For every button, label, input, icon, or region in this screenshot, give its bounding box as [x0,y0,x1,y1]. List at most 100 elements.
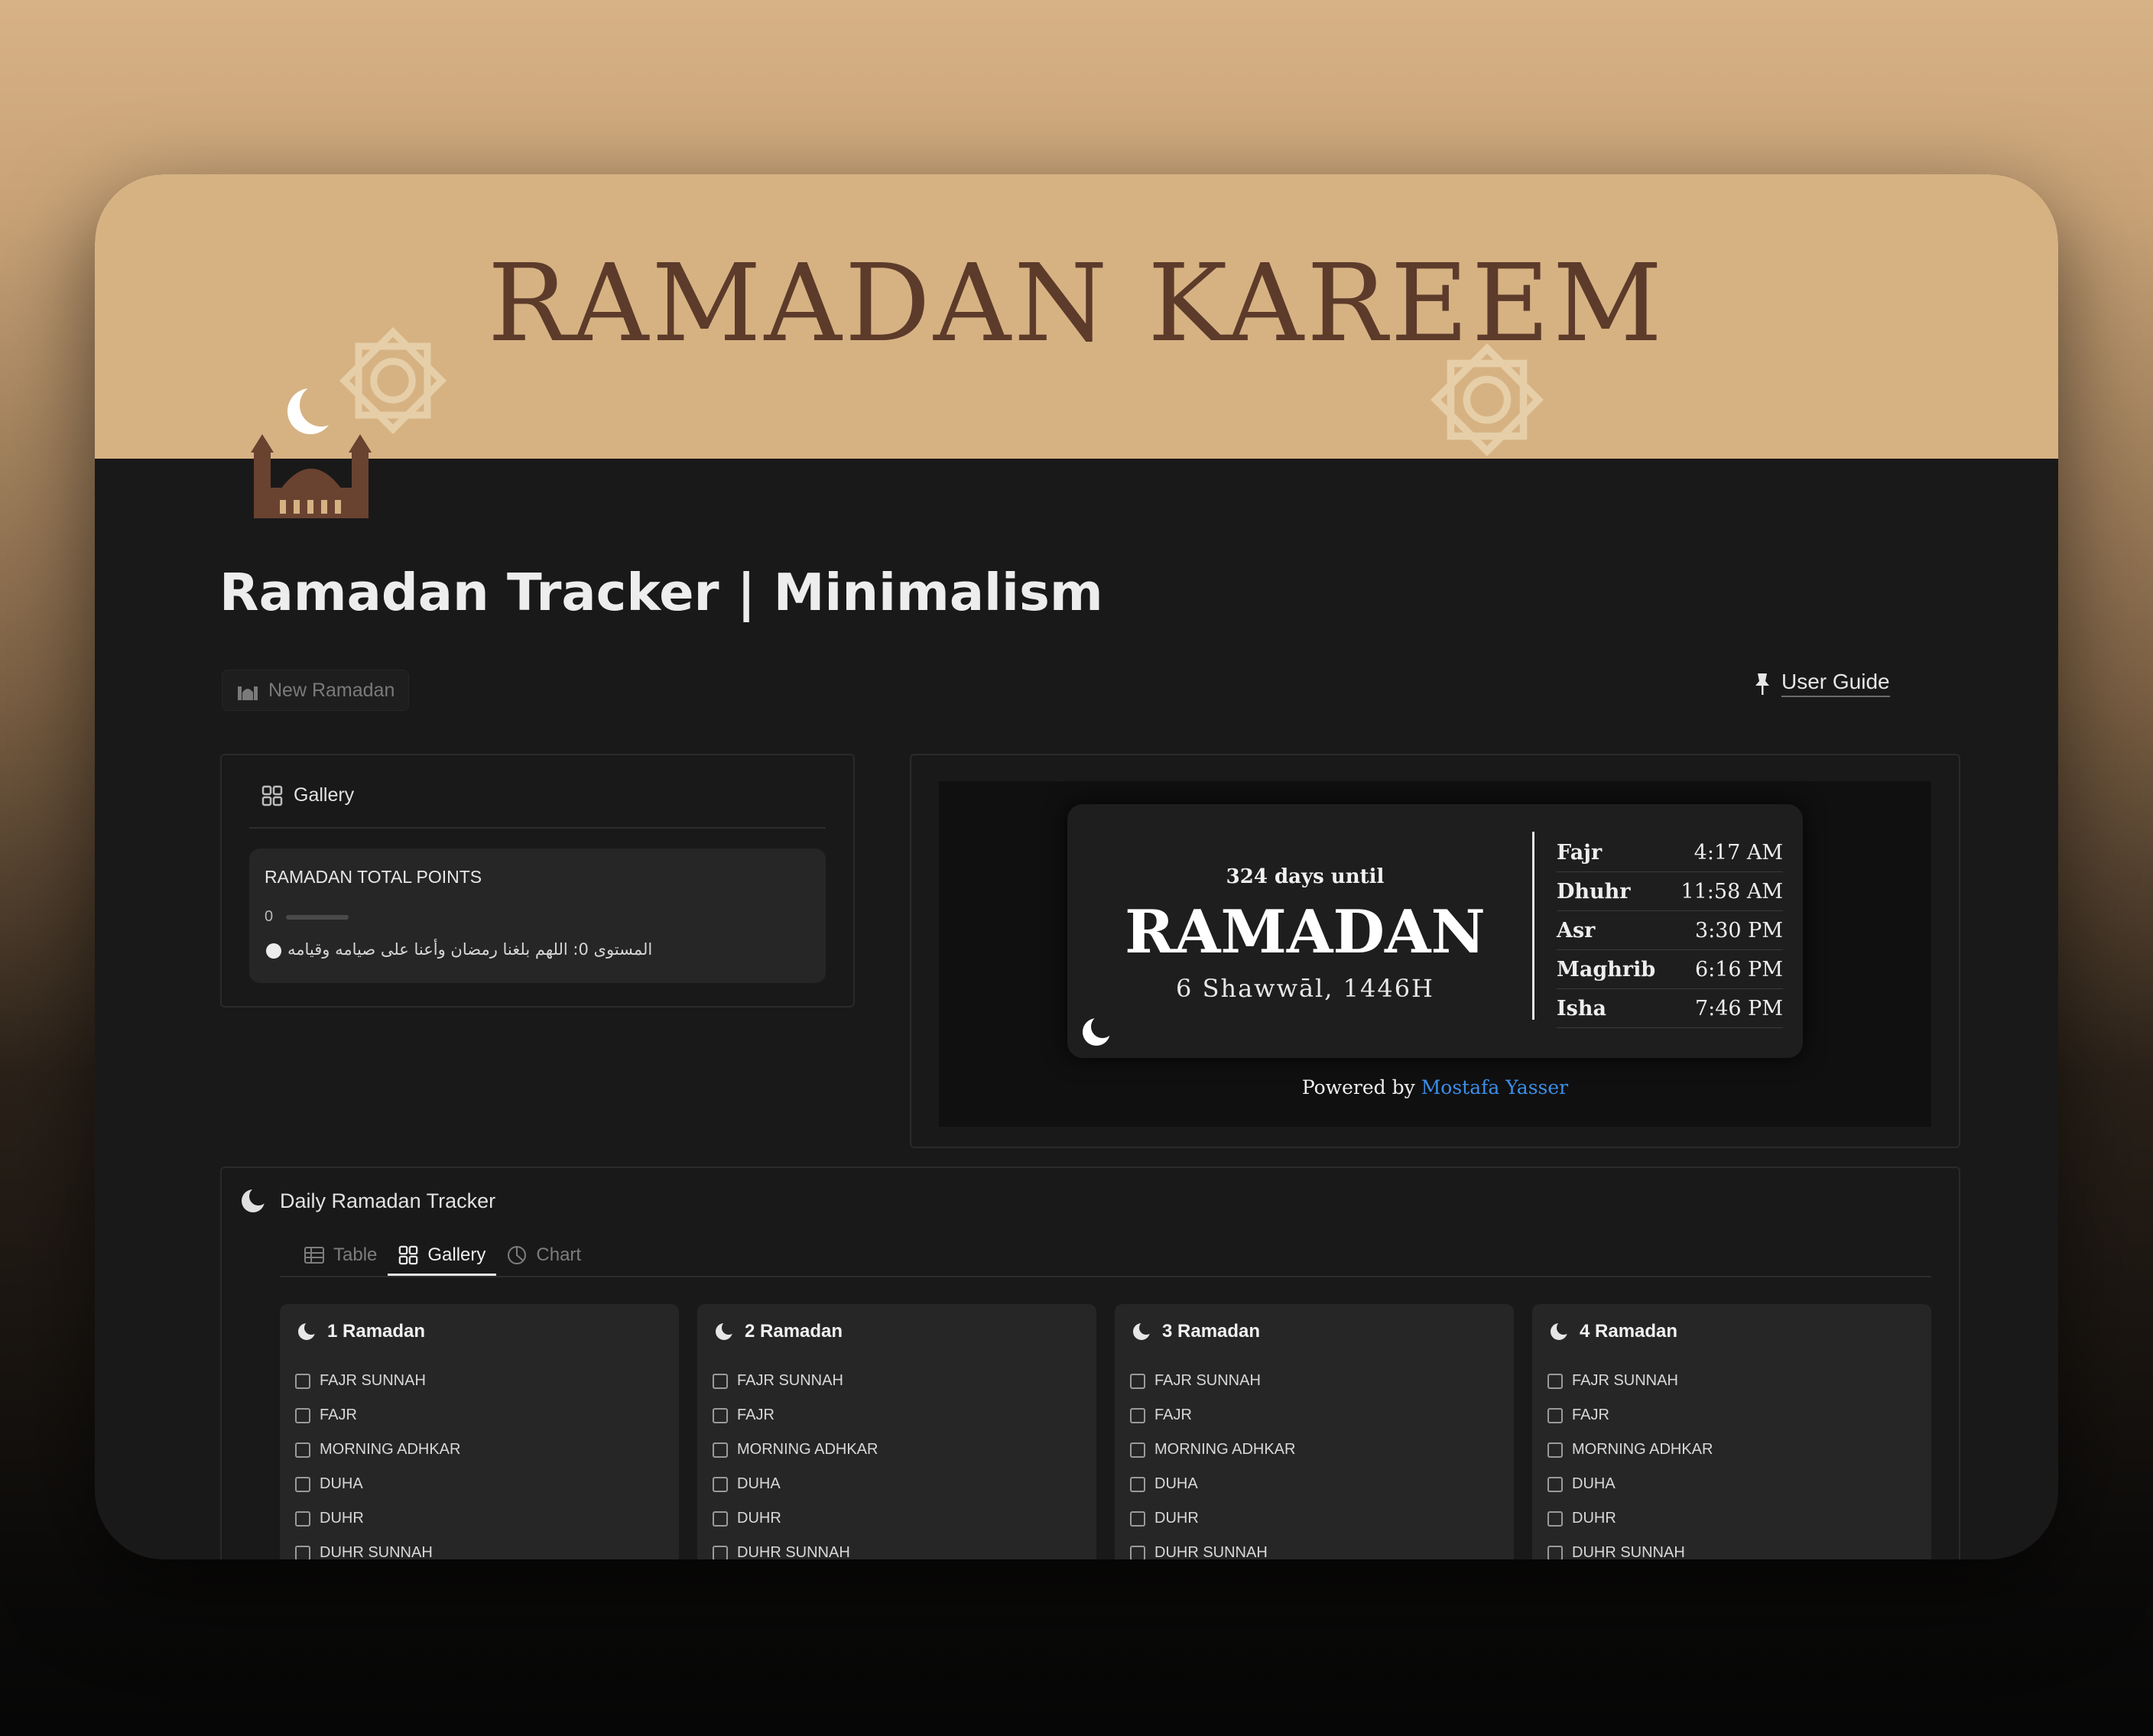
table-icon [304,1247,324,1264]
checkbox-icon[interactable] [1130,1373,1145,1389]
powered-by: Powered by Mostafa Yasser [939,1076,1931,1098]
view-tabs: Table Gallery Chart [294,1237,592,1276]
day-card-header: 4 Ramadan [1549,1321,1677,1342]
day-card[interactable]: 4 Ramadan FAJR SUNNAH FAJR MORNING ADHKAR DU… [1532,1304,1931,1559]
task-label: DUHR SUNNAH [320,1544,433,1559]
day-card-title: 2 Ramadan [745,1321,843,1342]
task-item: FAJR [1130,1398,1295,1433]
task-item: DUHR SUNNAH [713,1536,878,1559]
day-card-title: 1 Ramadan [327,1321,426,1342]
checkbox-icon[interactable] [1130,1407,1145,1423]
checkbox-icon[interactable] [1547,1510,1563,1527]
checkbox-icon[interactable] [295,1510,310,1527]
checkbox-icon[interactable] [1130,1442,1145,1458]
checkbox-icon[interactable] [713,1476,728,1492]
new-ramadan-label: New Ramadan [268,679,395,701]
task-item: FAJR SUNNAH [1130,1364,1295,1398]
total-points-title: RAMADAN TOTAL POINTS [265,867,482,887]
task-list: FAJR SUNNAH FAJR MORNING ADHKAR DUHA DUHR DUH… [295,1364,460,1559]
page-title: Ramadan Tracker | Minimalism [219,563,1103,622]
task-item: MORNING ADHKAR [1547,1433,1713,1467]
powered-prefix: Powered by [1301,1076,1415,1098]
task-label: DUHR SUNNAH [737,1544,850,1559]
tab-label: Gallery [427,1244,486,1265]
crescent-moon-icon [1551,1322,1569,1340]
checkbox-icon[interactable] [713,1510,728,1527]
crescent-moon-icon [298,1322,317,1340]
gallery-view-tab[interactable]: Gallery [261,784,354,806]
checkbox-icon[interactable] [1130,1545,1145,1559]
level-dot-icon [266,943,281,959]
checkbox-icon[interactable] [295,1407,310,1423]
prayer-time: 7:46 PM [1694,996,1783,1021]
mosque-icon [238,686,258,700]
daily-tracker-header[interactable]: Daily Ramadan Tracker [240,1188,495,1214]
gallery-cards: 1 Ramadan FAJR SUNNAH FAJR MORNING ADHKAR DU… [280,1304,1931,1559]
task-list: FAJR SUNNAH FAJR MORNING ADHKAR DUHA DUHR DUH… [1547,1364,1713,1559]
task-label: MORNING ADHKAR [1154,1441,1296,1458]
checkbox-icon[interactable] [1547,1407,1563,1423]
checkbox-icon[interactable] [1547,1545,1563,1559]
task-label: DUHR [320,1510,364,1527]
task-label: DUHR SUNNAH [1154,1544,1268,1559]
banner-title: RAMADAN KAREEM [487,242,1666,366]
gallery-grid-icon [399,1245,418,1265]
task-item: DUHA [295,1467,460,1501]
gallery-grid-icon [261,785,283,806]
checkbox-icon[interactable] [295,1545,310,1559]
checkbox-icon[interactable] [1130,1476,1145,1492]
tabs-divider [280,1276,1931,1277]
checkbox-icon[interactable] [713,1373,728,1389]
prayer-name: Maghrib [1557,957,1656,982]
prayer-row: Isha 7:46 PM [1557,989,1783,1028]
task-label: MORNING ADHKAR [320,1441,461,1458]
checkbox-icon[interactable] [1547,1373,1563,1389]
total-points-card[interactable]: RAMADAN TOTAL POINTS 0 المستوى 0: اللهم … [249,849,826,983]
checkbox-icon[interactable] [1130,1510,1145,1527]
day-card-header: 1 Ramadan [297,1321,425,1342]
level-text: المستوى 0: اللهم بلغنا رمضان وأعنا على ص… [287,940,653,959]
tab-label: Chart [536,1244,582,1265]
checkbox-icon[interactable] [713,1545,728,1559]
points-gallery-panel: Gallery RAMADAN TOTAL POINTS 0 المستوى 0… [220,754,855,1008]
checkbox-icon[interactable] [295,1442,310,1458]
notion-page-window: RAMADAN KAREEM Ramadan Tracker | Minimal… [95,174,2058,1559]
user-guide-link[interactable]: User Guide [1754,670,1890,697]
day-card-title: 3 Ramadan [1162,1321,1261,1342]
tab-gallery[interactable]: Gallery [388,1237,497,1276]
countdown-embed: 324 days until RAMADAN 6 Shawwāl, 1446H … [939,781,1931,1127]
day-card-header: 2 Ramadan [714,1321,843,1342]
author-link[interactable]: Mostafa Yasser [1421,1076,1568,1098]
day-card[interactable]: 2 Ramadan FAJR SUNNAH FAJR MORNING ADHKAR DU… [697,1304,1096,1559]
task-item: MORNING ADHKAR [295,1433,460,1467]
task-item: FAJR [713,1398,878,1433]
checkbox-icon[interactable] [1547,1442,1563,1458]
task-label: DUHA [320,1475,363,1492]
task-item: DUHR [713,1501,878,1536]
checkbox-icon[interactable] [713,1407,728,1423]
checkbox-icon[interactable] [295,1476,310,1492]
checkbox-icon[interactable] [713,1442,728,1458]
chart-icon [508,1246,527,1264]
task-item: FAJR SUNNAH [295,1364,460,1398]
day-card[interactable]: 3 Ramadan FAJR SUNNAH FAJR MORNING ADHKAR DU… [1115,1304,1514,1559]
prayer-name: Isha [1557,996,1606,1021]
tab-chart[interactable]: Chart [496,1237,592,1274]
tab-label: Table [333,1244,378,1265]
daily-tracker-database: Daily Ramadan Tracker Table Gallery Char… [220,1167,1960,1559]
task-item: FAJR [1547,1398,1713,1433]
tab-table[interactable]: Table [294,1237,388,1274]
task-label: FAJR SUNNAH [320,1372,426,1389]
new-ramadan-button[interactable]: New Ramadan [222,670,410,711]
daily-tracker-title: Daily Ramadan Tracker [280,1189,496,1212]
task-label: FAJR [1572,1407,1609,1423]
task-label: FAJR SUNNAH [1154,1372,1261,1389]
day-card[interactable]: 1 Ramadan FAJR SUNNAH FAJR MORNING ADHKAR DU… [280,1304,679,1559]
countdown-embed-panel: 324 days until RAMADAN 6 Shawwāl, 1446H … [910,754,1960,1148]
checkbox-icon[interactable] [295,1373,310,1389]
task-label: FAJR SUNNAH [737,1372,843,1389]
crescent-moon-icon [1083,1015,1113,1046]
prayer-name: Fajr [1557,840,1603,865]
checkbox-icon[interactable] [1547,1476,1563,1492]
separator-line [1532,832,1534,1020]
